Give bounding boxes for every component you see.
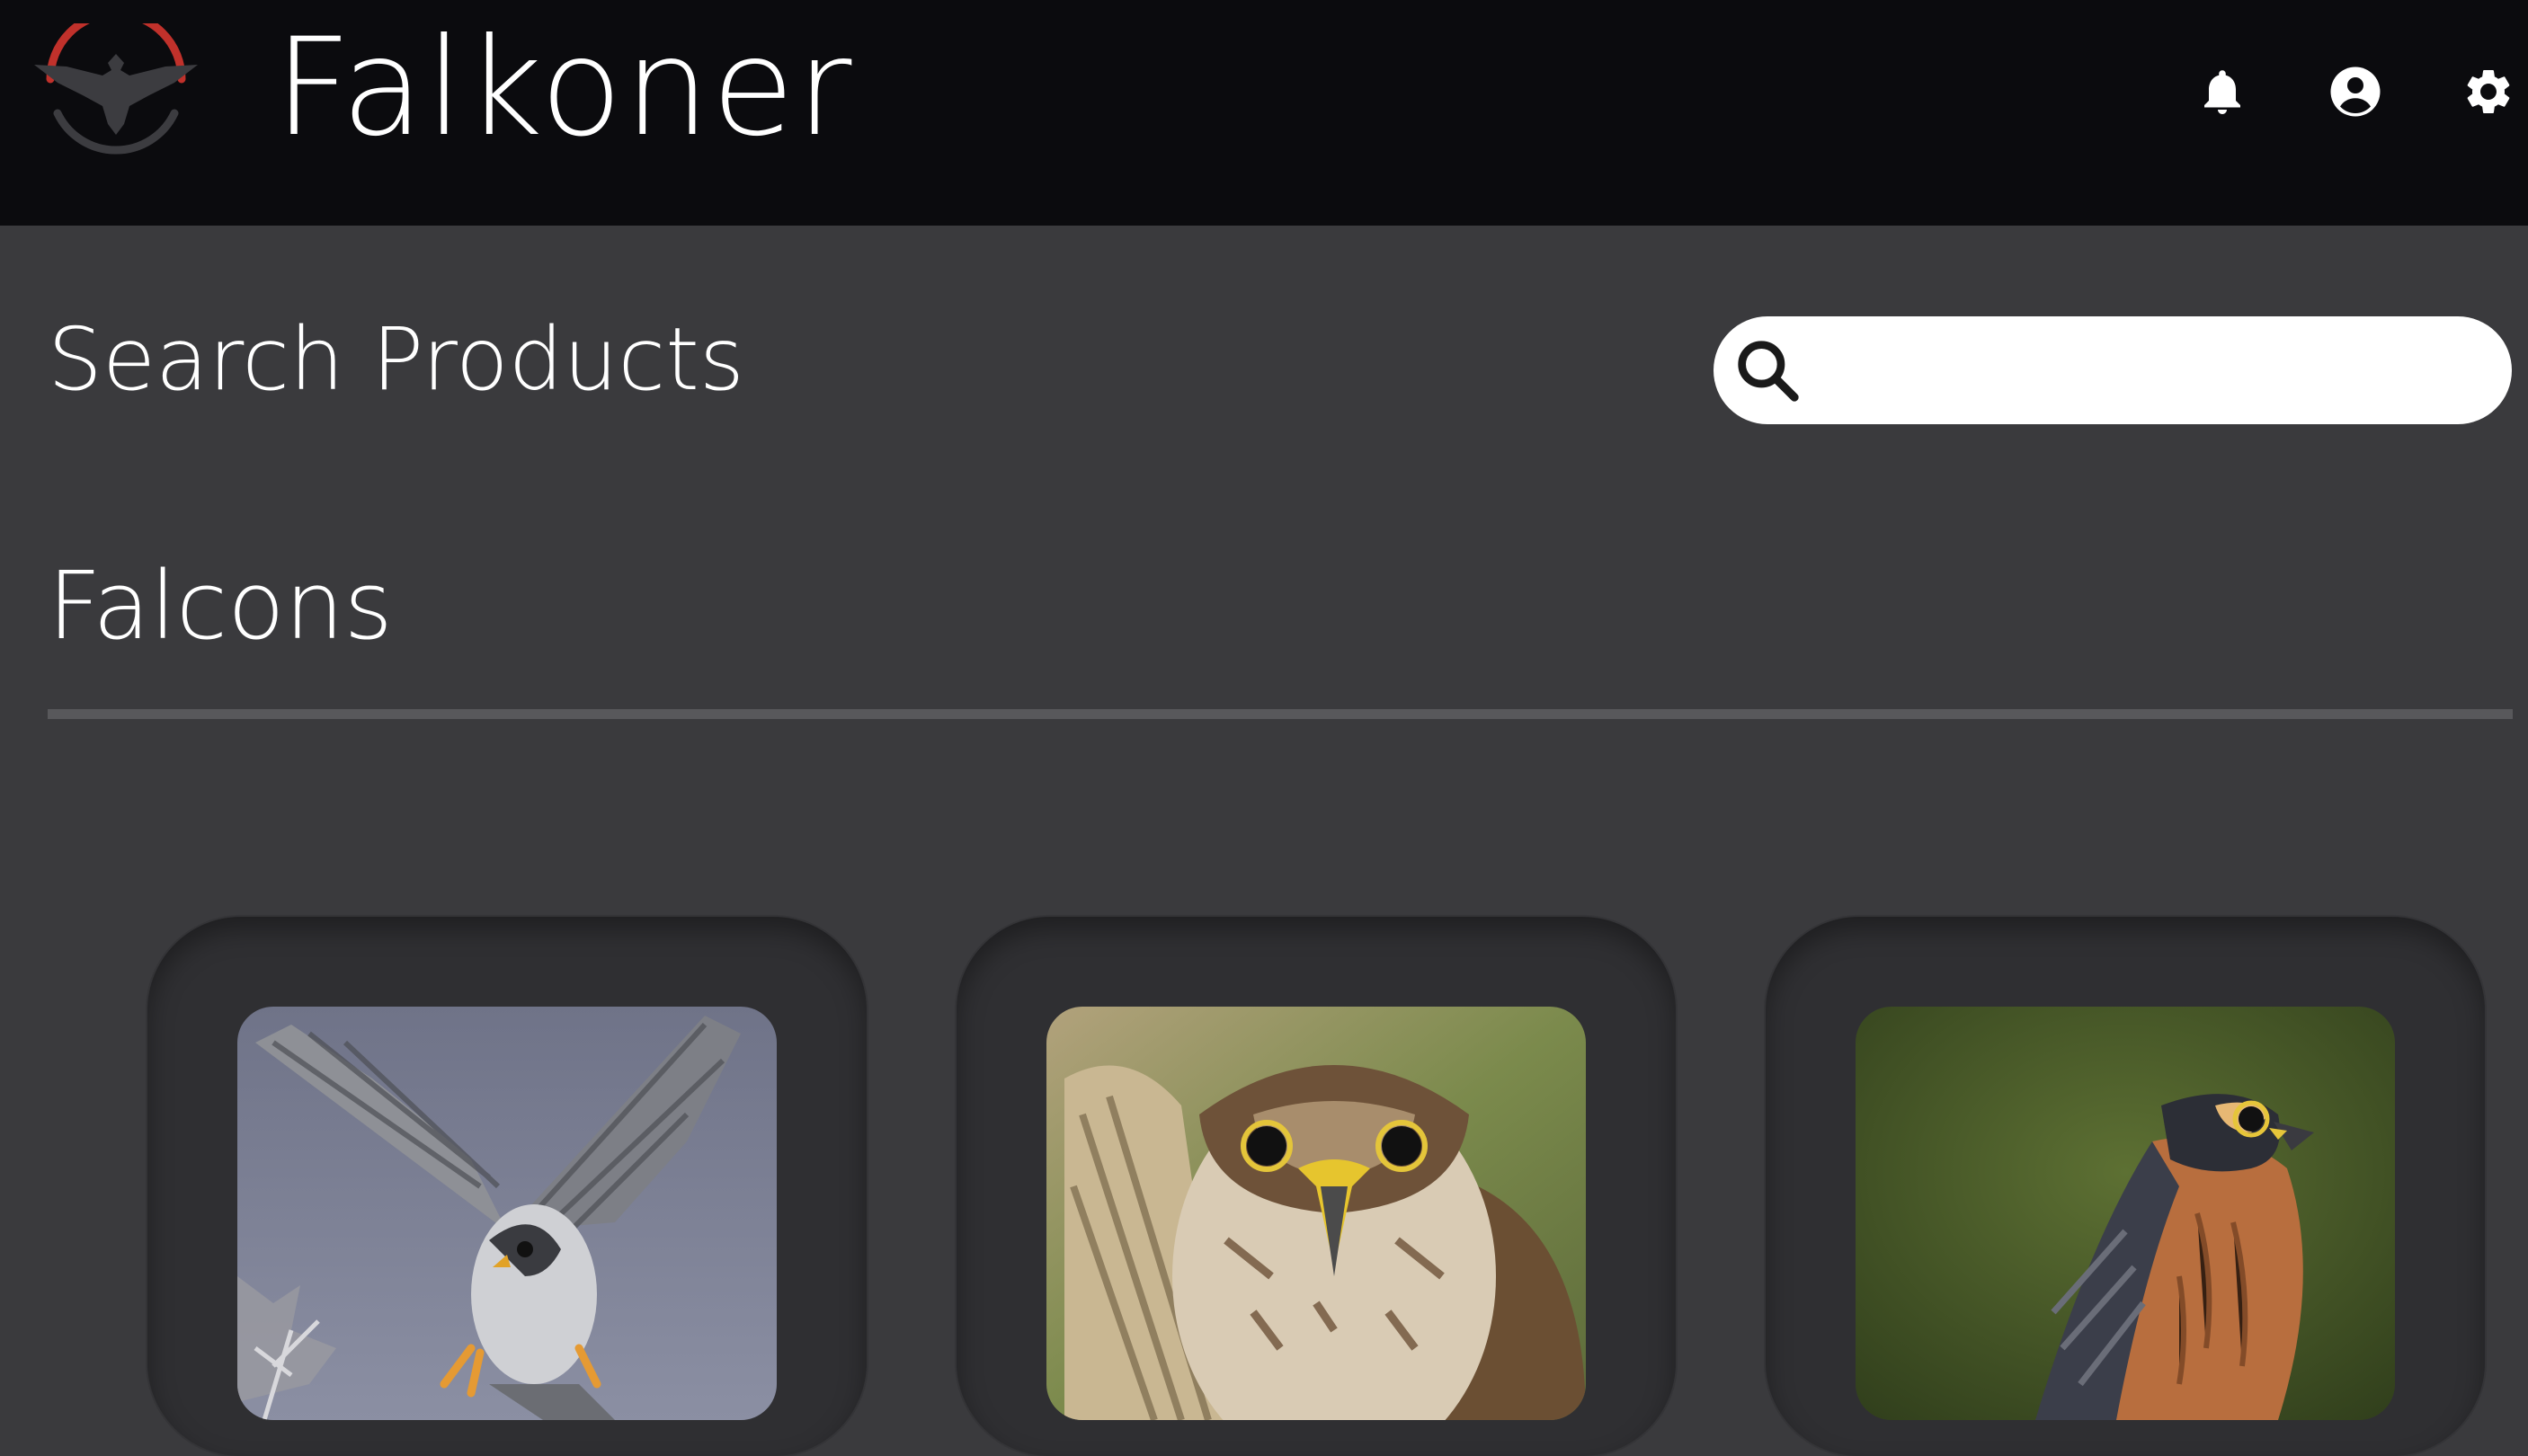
section-title: Falcons [48, 551, 393, 661]
falcon-emblem-icon[interactable] [31, 23, 201, 158]
product-card[interactable] [957, 917, 1676, 1456]
bell-icon[interactable] [2195, 65, 2249, 119]
user-circle-icon[interactable] [2328, 65, 2382, 119]
product-card[interactable] [147, 917, 867, 1456]
saker-falcon-photo[interactable] [1046, 1007, 1586, 1420]
top-bar: Falkoner [0, 0, 2528, 226]
section-divider [48, 709, 2513, 719]
app-title: Falkoner [274, 10, 854, 166]
product-card[interactable] [1766, 917, 2485, 1456]
search-bar[interactable] [1714, 316, 2512, 424]
peregrine-falcon-photo[interactable] [237, 1007, 777, 1420]
search-label: Search Products [48, 309, 744, 410]
search-input[interactable] [1818, 333, 2483, 408]
gear-icon[interactable] [2461, 65, 2515, 119]
aplomado-falcon-photo[interactable] [1856, 1007, 2395, 1420]
search-icon[interactable] [1731, 334, 1803, 406]
